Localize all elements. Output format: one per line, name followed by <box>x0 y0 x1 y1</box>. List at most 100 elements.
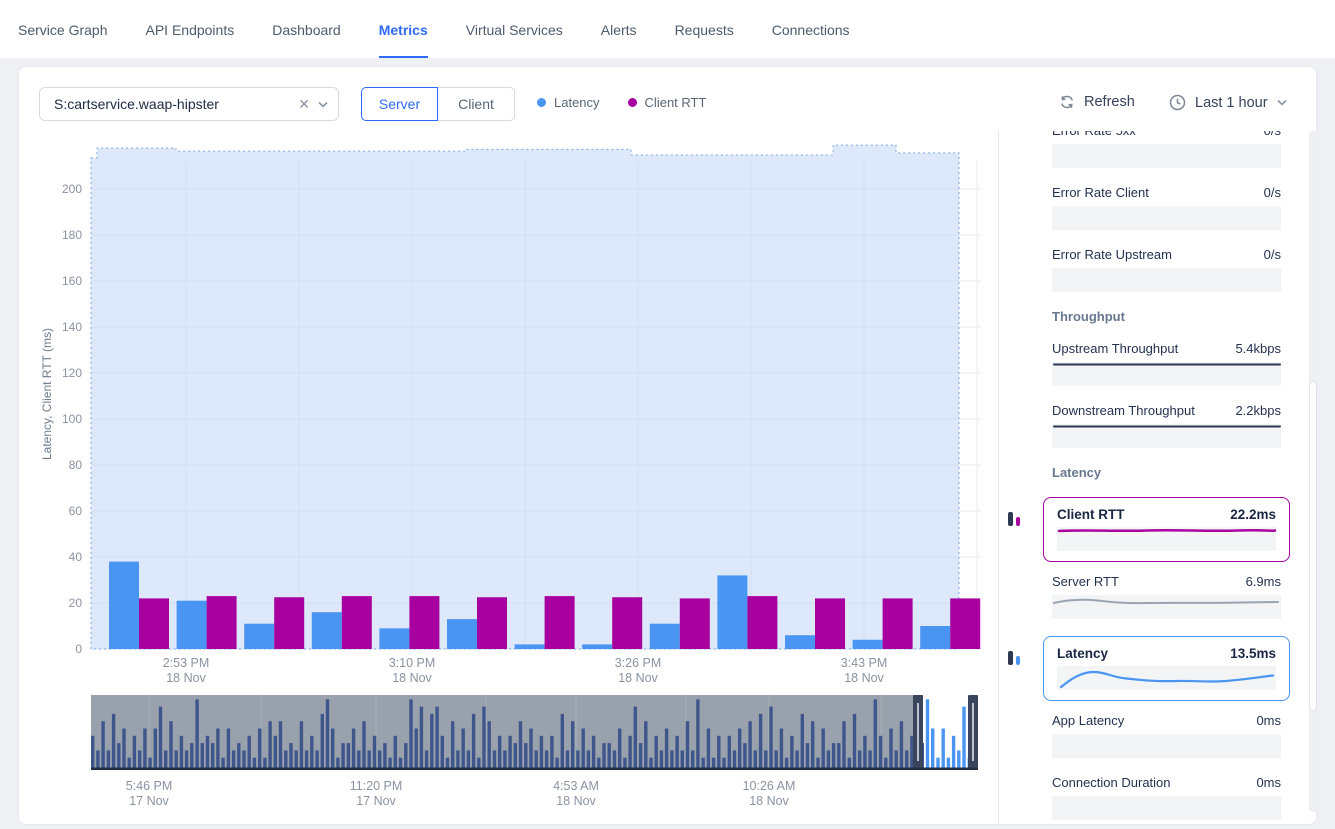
time-range-brush-chart[interactable]: 5:46 PM17 Nov11:20 PM17 Nov4:53 AM18 Nov… <box>91 695 978 810</box>
metric-label: Client RTT <box>1057 507 1125 522</box>
nav-item-service-graph[interactable]: Service Graph <box>18 0 107 58</box>
metric-label: App Latency <box>1052 713 1124 728</box>
metric-row-connection-duration[interactable]: Connection Duration 0ms <box>1052 775 1281 820</box>
metric-row-error-rate-5xx[interactable]: Error Rate 5xx0/s <box>1052 131 1281 168</box>
svg-text:140: 140 <box>62 320 82 334</box>
nav-item-dashboard[interactable]: Dashboard <box>272 0 341 58</box>
legend-label: Latency <box>554 95 600 110</box>
metric-row-server-rtt[interactable]: Server RTT 6.9ms <box>1052 574 1281 619</box>
service-filter-value: S:cartservice.waap-hipster <box>54 96 290 112</box>
metric-label: Connection Duration <box>1052 775 1171 790</box>
metric-value: 0ms <box>1256 713 1281 728</box>
svg-text:2:53 PM: 2:53 PM <box>163 656 210 670</box>
metric-label: Upstream Throughput <box>1052 341 1178 356</box>
metric-row-header: App Latency 0ms <box>1052 713 1281 728</box>
metric-row-header: Connection Duration 0ms <box>1052 775 1281 790</box>
metric-value: 6.9ms <box>1246 574 1281 589</box>
svg-text:10:26 AM: 10:26 AM <box>743 779 796 793</box>
sparkline-error-rate-client <box>1052 206 1281 230</box>
sparkline-upstream-throughput <box>1052 362 1281 386</box>
sparkline-connection-duration <box>1052 796 1281 820</box>
metric-label: Downstream Throughput <box>1052 403 1195 418</box>
chevron-down-icon[interactable] <box>318 101 328 108</box>
svg-text:200: 200 <box>62 182 82 196</box>
svg-text:3:43 PM: 3:43 PM <box>841 656 888 670</box>
scrollbar-thumb[interactable] <box>1309 381 1317 711</box>
svg-text:17 Nov: 17 Nov <box>129 794 169 808</box>
refresh-button[interactable]: Refresh <box>1059 94 1135 110</box>
svg-text:160: 160 <box>62 274 82 288</box>
svg-text:4:53 AM: 4:53 AM <box>553 779 599 793</box>
svg-text:120: 120 <box>62 366 82 380</box>
metric-value: 13.5ms <box>1230 646 1276 661</box>
metric-row-app-latency[interactable]: App Latency 0ms <box>1052 713 1281 758</box>
latency-bar-chart: 0204060801001201401601802002:53 PM18 Nov… <box>31 141 986 695</box>
time-range-selector[interactable]: Last 1 hour <box>1169 94 1287 111</box>
metric-row-client-rtt[interactable]: Client RTT 22.2ms <box>1043 497 1290 562</box>
metric-value: 22.2ms <box>1230 507 1276 522</box>
time-range-label: Last 1 hour <box>1195 95 1268 111</box>
metric-row-error-rate-upstream[interactable]: Error Rate Upstream0/s <box>1052 247 1281 292</box>
chart-toggle-icon-latency[interactable] <box>1008 647 1028 665</box>
metrics-panel: S:cartservice.waap-hipster ✕ Server Clie… <box>18 66 1317 825</box>
metric-label: Latency <box>1057 646 1108 661</box>
server-client-toggle: Server Client <box>361 87 515 121</box>
svg-text:18 Nov: 18 Nov <box>556 794 596 808</box>
metrics-sidebar: Error Rate 5xx0/sError Rate Client0/sErr… <box>998 131 1318 825</box>
svg-text:80: 80 <box>69 458 83 472</box>
metric-row-header: Error Rate 5xx0/s <box>1052 131 1281 138</box>
svg-text:18 Nov: 18 Nov <box>844 671 884 685</box>
svg-text:3:10 PM: 3:10 PM <box>389 656 436 670</box>
metric-row-header: Latency 13.5ms <box>1057 646 1276 661</box>
sparkline-client-rtt <box>1057 527 1276 551</box>
sparkline-downstream-throughput <box>1052 424 1281 448</box>
nav-item-api-endpoints[interactable]: API Endpoints <box>145 0 234 58</box>
brush-handle[interactable] <box>913 695 923 769</box>
metric-row-header: Upstream Throughput5.4kbps <box>1052 341 1281 356</box>
metric-row-header: Server RTT 6.9ms <box>1052 574 1281 589</box>
nav-item-virtual-services[interactable]: Virtual Services <box>466 0 563 58</box>
metric-row-upstream-throughput[interactable]: Upstream Throughput5.4kbps <box>1052 341 1281 386</box>
clear-filter-icon[interactable]: ✕ <box>290 96 318 113</box>
section-header-throughput: Throughput <box>1052 309 1281 324</box>
svg-text:5:46 PM: 5:46 PM <box>126 779 173 793</box>
metric-row-error-rate-client[interactable]: Error Rate Client0/s <box>1052 185 1281 230</box>
metric-value: 0ms <box>1256 775 1281 790</box>
metric-value: 0/s <box>1264 131 1281 138</box>
svg-text:18 Nov: 18 Nov <box>166 671 206 685</box>
metric-label: Error Rate Upstream <box>1052 247 1172 262</box>
svg-text:17 Nov: 17 Nov <box>356 794 396 808</box>
chart-toggle-icon-client-rtt[interactable] <box>1008 508 1028 526</box>
refresh-icon <box>1059 94 1075 110</box>
svg-text:11:20 PM: 11:20 PM <box>350 779 403 793</box>
svg-text:40: 40 <box>69 550 83 564</box>
client-button[interactable]: Client <box>438 87 515 121</box>
legend-item-latency[interactable]: Latency <box>537 95 600 110</box>
nav-item-connections[interactable]: Connections <box>772 0 850 58</box>
svg-text:3:26 PM: 3:26 PM <box>615 656 662 670</box>
sparkline-error-rate-upstream <box>1052 268 1281 292</box>
metric-row-header: Error Rate Upstream0/s <box>1052 247 1281 262</box>
nav-item-alerts[interactable]: Alerts <box>601 0 637 58</box>
metric-label: Server RTT <box>1052 574 1119 589</box>
clock-icon <box>1169 94 1186 111</box>
nav-item-requests[interactable]: Requests <box>675 0 734 58</box>
sparkline-error-rate-5xx <box>1052 144 1281 168</box>
svg-text:18 Nov: 18 Nov <box>392 671 432 685</box>
legend-item-client-rtt[interactable]: Client RTT <box>628 95 707 110</box>
metric-row-downstream-throughput[interactable]: Downstream Throughput2.2kbps <box>1052 403 1281 448</box>
nav-item-metrics[interactable]: Metrics <box>379 0 428 58</box>
svg-text:0: 0 <box>75 642 82 656</box>
top-navigation: Service Graph API Endpoints Dashboard Metri… <box>0 0 1335 58</box>
svg-text:60: 60 <box>69 504 83 518</box>
svg-text:18 Nov: 18 Nov <box>618 671 658 685</box>
refresh-label: Refresh <box>1084 94 1135 110</box>
metric-row-latency[interactable]: Latency 13.5ms <box>1043 636 1290 701</box>
brush-handle[interactable] <box>968 695 978 769</box>
service-filter-select[interactable]: S:cartservice.waap-hipster ✕ <box>39 87 339 121</box>
server-button[interactable]: Server <box>361 87 438 121</box>
metric-label: Error Rate Client <box>1052 185 1149 200</box>
svg-text:20: 20 <box>69 596 83 610</box>
metric-row-header: Error Rate Client0/s <box>1052 185 1281 200</box>
section-header-latency: Latency <box>1052 465 1281 480</box>
